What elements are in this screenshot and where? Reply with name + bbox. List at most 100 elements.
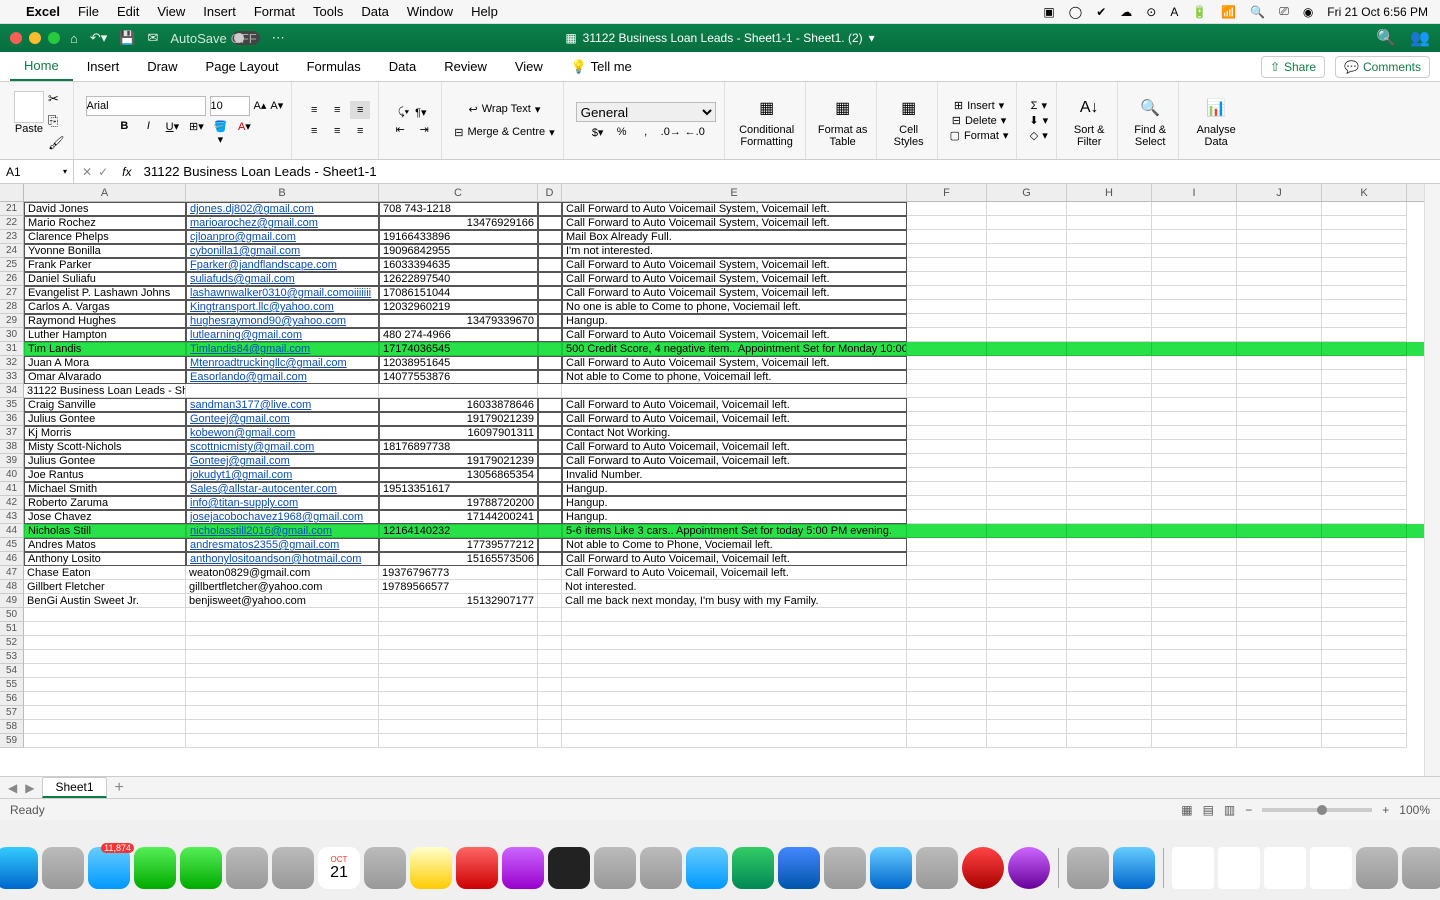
cell[interactable]: Kj Morris [24,426,186,440]
cell[interactable]: anthonylositoandson@hotmail.com [186,552,379,566]
comments-button[interactable]: 💬Comments [1335,56,1430,78]
cell[interactable]: 16097901311 [379,426,538,440]
cell[interactable] [1237,720,1322,734]
cell[interactable]: 17739577212 [379,538,538,552]
cell[interactable]: 19096842955 [379,244,538,258]
cell[interactable]: 16033878646 [379,398,538,412]
cell[interactable] [379,608,538,622]
cell[interactable] [1067,230,1152,244]
tab-review[interactable]: Review [430,52,501,81]
cell[interactable]: 12164140232 [379,524,538,538]
cell[interactable] [186,734,379,748]
cell[interactable] [1067,664,1152,678]
cell[interactable] [538,440,562,454]
undo-icon[interactable]: ↶▾ [90,30,107,46]
cell[interactable] [1237,552,1322,566]
row-header[interactable]: 34 [0,384,24,398]
cell[interactable] [1152,272,1237,286]
cell[interactable] [562,720,907,734]
cell[interactable] [1237,370,1322,384]
cell[interactable] [987,510,1067,524]
dock-app2[interactable] [1008,847,1050,889]
cell[interactable] [987,286,1067,300]
cell[interactable] [1067,426,1152,440]
row-header[interactable]: 25 [0,258,24,272]
titlebar-search-icon[interactable]: 🔍 [1376,28,1396,48]
cell[interactable] [1067,510,1152,524]
cell[interactable]: jokudyt1@gmail.com [186,468,379,482]
cell[interactable] [1152,356,1237,370]
cell[interactable] [538,272,562,286]
cell[interactable]: Roberto Zaruma [24,496,186,510]
cell[interactable] [24,650,186,664]
view-page-break-icon[interactable]: ▥ [1224,803,1235,817]
cell[interactable] [186,622,379,636]
cell[interactable] [1152,426,1237,440]
cell[interactable]: marioarochez@gmail.com [186,216,379,230]
cell[interactable] [538,384,562,398]
cell[interactable] [1152,608,1237,622]
cell[interactable]: Fparker@jandflandscape.com [186,258,379,272]
cell[interactable] [1067,454,1152,468]
row-header[interactable]: 59 [0,734,24,748]
cell[interactable]: Contact Not Working. [562,426,907,440]
clear-button[interactable]: ◇▾ [1030,129,1048,142]
cell[interactable] [562,678,907,692]
cell[interactable] [1067,692,1152,706]
cell[interactable] [987,594,1067,608]
maximize-button[interactable] [48,32,60,44]
cell[interactable]: andresmatos2355@gmail.com [186,538,379,552]
cell[interactable] [1067,734,1152,748]
cell[interactable]: gillbertfletcher@yahoo.com [186,580,379,594]
cell[interactable]: Kingtransport.llc@yahoo.com [186,300,379,314]
cell[interactable]: Sales@allstar-autocenter.com [186,482,379,496]
cell[interactable] [1152,594,1237,608]
cell[interactable] [1322,328,1407,342]
cell[interactable] [1322,510,1407,524]
home-icon[interactable]: ⌂ [70,31,78,46]
cell[interactable] [1152,692,1237,706]
cell[interactable] [1237,454,1322,468]
cell[interactable] [1152,202,1237,216]
cell[interactable]: 19376796773 [379,566,538,580]
border-button[interactable]: ⊞▾ [187,120,205,146]
cell[interactable] [1067,524,1152,538]
cell[interactable]: 19166433896 [379,230,538,244]
cell[interactable]: Call Forward to Auto Voicemail, Voicemai… [562,454,907,468]
cell[interactable] [1237,678,1322,692]
cell[interactable] [1237,496,1322,510]
cell[interactable] [1322,258,1407,272]
cell[interactable]: 19513351617 [379,482,538,496]
cell[interactable] [1322,398,1407,412]
more-icon[interactable]: ⋯ [272,30,285,46]
share-button[interactable]: ⇧Share [1261,56,1325,78]
menubar-cloud-icon[interactable]: ☁ [1120,5,1132,19]
cell[interactable]: cjloanpro@gmail.com [186,230,379,244]
row-header[interactable]: 36 [0,412,24,426]
cell[interactable] [1237,412,1322,426]
row-header[interactable]: 27 [0,286,24,300]
cell[interactable] [1237,636,1322,650]
align-middle-icon[interactable]: ≡ [327,101,347,119]
cell[interactable] [186,608,379,622]
cell[interactable]: Julius Gontee [24,412,186,426]
cell[interactable]: Tim Landis [24,342,186,356]
cell[interactable]: 12038951645 [379,356,538,370]
cell[interactable] [538,286,562,300]
dock-podcasts[interactable] [502,847,544,889]
cell[interactable] [1322,370,1407,384]
cell[interactable] [538,678,562,692]
menubar-play-icon[interactable]: ⊙ [1146,5,1156,19]
cell[interactable] [987,678,1067,692]
cell[interactable]: Call Forward to Auto Voicemail, Voicemai… [562,566,907,580]
cell[interactable]: Misty Scott-Nichols [24,440,186,454]
cell[interactable]: 13056865354 [379,468,538,482]
menu-window[interactable]: Window [407,4,453,19]
cell[interactable] [24,608,186,622]
cell[interactable] [907,594,987,608]
row-header[interactable]: 47 [0,566,24,580]
row-header[interactable]: 33 [0,370,24,384]
cell[interactable] [562,608,907,622]
cell[interactable] [379,720,538,734]
percent-icon[interactable]: % [613,126,631,139]
